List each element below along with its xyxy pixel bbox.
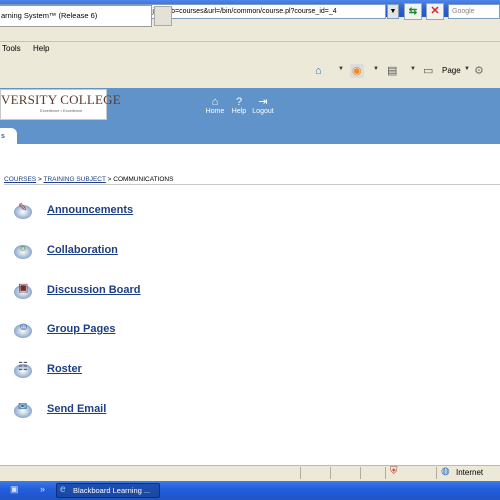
- menu-item-help[interactable]: Help: [33, 42, 49, 56]
- header-home-button[interactable]: ⌂ Home: [203, 96, 227, 115]
- home-icon[interactable]: ⌂: [315, 64, 322, 78]
- courses-tab-label: s: [1, 133, 5, 140]
- internet-zone-icon: ◍: [441, 466, 450, 477]
- breadcrumb-separator: >: [37, 176, 42, 183]
- status-divider: [330, 467, 331, 479]
- feeds-icon[interactable]: ◉: [350, 64, 364, 78]
- status-divider: [385, 467, 386, 479]
- menu-bar: Tools Help: [0, 42, 500, 56]
- breadcrumb-courses[interactable]: COURSES: [4, 176, 36, 183]
- page-menu[interactable]: Page: [442, 64, 461, 78]
- discussion-board-icon[interactable]: ▣: [10, 279, 36, 301]
- breadcrumb-divider: [4, 184, 500, 185]
- quick-launch-arrow-icon[interactable]: »: [40, 484, 45, 494]
- roster-link[interactable]: Roster: [47, 363, 82, 375]
- send-email-icon[interactable]: ✉: [10, 398, 36, 420]
- collaboration-link[interactable]: Collaboration: [47, 244, 118, 256]
- protected-mode-icon[interactable]: ⛨: [390, 466, 398, 477]
- status-divider: [436, 467, 437, 479]
- send-email-link[interactable]: Send Email: [47, 403, 106, 415]
- refresh-button[interactable]: ⇆: [404, 3, 422, 20]
- content-area: [0, 144, 500, 464]
- home-dropdown-icon[interactable]: ▼: [338, 66, 344, 72]
- new-tab-button[interactable]: [154, 6, 172, 26]
- roster-icon[interactable]: ☷: [10, 358, 36, 380]
- tools-gear-icon[interactable]: ⚙: [474, 64, 484, 78]
- page-icon[interactable]: ▭: [423, 64, 433, 78]
- security-zone-label: Internet: [456, 468, 484, 477]
- address-dropdown-icon[interactable]: ▼: [387, 4, 399, 19]
- group-pages-link[interactable]: Group Pages: [47, 323, 115, 335]
- discussion-board-link[interactable]: Discussion Board: [47, 284, 141, 296]
- print-icon[interactable]: ▤: [387, 64, 397, 78]
- menu-item-tools[interactable]: Tools: [2, 42, 21, 56]
- logo-text: VERSITY COLLEGE: [1, 92, 121, 107]
- status-divider: [300, 467, 301, 479]
- help-icon: ?: [235, 96, 243, 108]
- breadcrumb-training-subject[interactable]: TRAINING SUBJECT: [43, 176, 105, 183]
- home-icon: ⌂: [211, 96, 219, 108]
- header-help-button[interactable]: ? Help: [227, 96, 251, 115]
- ie-taskbar-icon: e: [60, 484, 66, 495]
- header-logout-button[interactable]: ⇥ Logout: [251, 96, 275, 115]
- page-dropdown-icon[interactable]: ▼: [464, 66, 470, 72]
- feeds-dropdown-icon[interactable]: ▼: [373, 66, 379, 72]
- status-bar: [0, 465, 500, 482]
- print-dropdown-icon[interactable]: ▼: [410, 66, 416, 72]
- taskbar-window-button[interactable]: Blackboard Learning ...: [56, 483, 160, 498]
- search-input[interactable]: Google: [448, 4, 500, 19]
- logout-icon: ⇥: [258, 96, 268, 108]
- quick-launch-icon[interactable]: ▣: [10, 484, 19, 495]
- announcements-link[interactable]: Announcements: [47, 204, 133, 216]
- logo-subtext: Excellence • Excellence: [40, 108, 83, 113]
- announcements-icon[interactable]: ✎: [10, 199, 36, 221]
- stop-button[interactable]: ✕: [426, 3, 444, 20]
- breadcrumb-separator: >: [107, 176, 112, 183]
- status-divider: [360, 467, 361, 479]
- group-pages-icon[interactable]: ☺: [10, 318, 36, 340]
- browser-tab[interactable]: arning System™ (Release 6): [0, 5, 152, 27]
- breadcrumb: COURSES > TRAINING SUBJECT > COMMUNICATI…: [4, 176, 173, 183]
- breadcrumb-current: COMMUNICATIONS: [113, 176, 174, 183]
- collaboration-icon[interactable]: ☼: [10, 239, 36, 261]
